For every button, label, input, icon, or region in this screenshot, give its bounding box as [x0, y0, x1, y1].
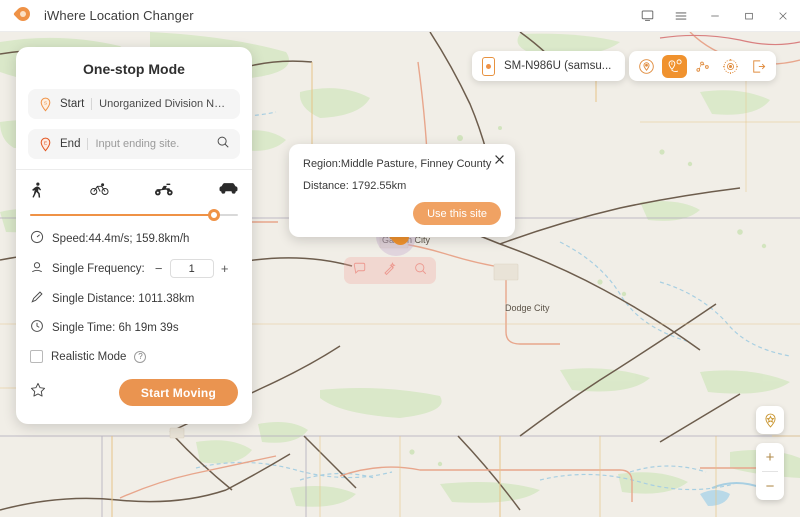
- frequency-plus-button[interactable]: +: [220, 261, 230, 276]
- close-icon[interactable]: [494, 154, 505, 167]
- frequency-label: Single Frequency:: [52, 262, 145, 275]
- field-divider: [87, 138, 89, 150]
- speedometer-icon: [30, 230, 45, 247]
- realistic-mode-row[interactable]: Realistic Mode ?: [16, 342, 252, 367]
- map-label-dodge-city: Dodge City: [505, 303, 550, 313]
- field-divider: [91, 98, 93, 110]
- speed-slider[interactable]: [16, 208, 252, 224]
- frequency-value-input[interactable]: 1: [169, 259, 214, 278]
- distance-icon: [30, 290, 45, 307]
- ai-overlay-bar[interactable]: [344, 257, 436, 284]
- speed-text: Speed:44.4m/s; 159.8km/h: [52, 232, 190, 245]
- app-window: iWhere Location Changer City Dodge City …: [0, 0, 800, 517]
- transport-mode-row: [16, 170, 252, 208]
- time-row: Single Time: 6h 19m 39s: [16, 313, 252, 342]
- speed-row: Speed:44.4m/s; 159.8km/h: [16, 224, 252, 253]
- start-pin-icon: S: [38, 97, 53, 112]
- app-title: iWhere Location Changer: [44, 8, 194, 23]
- use-this-site-button[interactable]: Use this site: [413, 202, 501, 225]
- start-field[interactable]: S Start Unorganized Division No. 22...: [28, 89, 240, 119]
- distance-row: Single Distance: 1011.38km: [16, 284, 252, 313]
- slider-fill: [30, 214, 214, 216]
- end-input[interactable]: Input ending site.: [95, 138, 212, 150]
- window-controls: [630, 0, 800, 32]
- slider-knob[interactable]: [208, 209, 220, 221]
- start-label: Start: [60, 98, 85, 110]
- minimize-icon[interactable]: [698, 0, 732, 32]
- realistic-mode-label: Realistic Mode: [51, 350, 127, 363]
- map-mode-toolbar: E: [629, 51, 776, 81]
- end-pin-icon: E: [38, 137, 53, 152]
- maximize-icon[interactable]: [732, 0, 766, 32]
- frequency-stepper[interactable]: − 1 +: [154, 259, 230, 278]
- zoom-out-button[interactable]: −: [756, 472, 784, 500]
- start-value: Unorganized Division No. 22...: [99, 98, 230, 110]
- star-icon[interactable]: [30, 382, 46, 403]
- menu-icon[interactable]: [664, 0, 698, 32]
- locate-pin-button[interactable]: [756, 406, 784, 434]
- panel-title: One-stop Mode: [83, 61, 185, 77]
- time-text: Single Time: 6h 19m 39s: [52, 321, 179, 334]
- frequency-row: Single Frequency: − 1 +: [16, 253, 252, 284]
- frequency-icon: [30, 260, 45, 277]
- location-info-popup: Region:Middle Pasture, Finney County Dis…: [289, 144, 515, 237]
- start-moving-button[interactable]: Start Moving: [118, 379, 238, 406]
- close-icon[interactable]: [766, 0, 800, 32]
- search-icon[interactable]: [216, 135, 230, 154]
- joystick-mode-icon[interactable]: [718, 55, 743, 78]
- phone-icon: [482, 56, 495, 76]
- ai-icon[interactable]: [352, 261, 367, 281]
- mode-walk-icon[interactable]: [30, 182, 45, 204]
- zoom-in-button[interactable]: +: [756, 443, 784, 471]
- device-name: SM-N986U (samsu...: [504, 60, 612, 72]
- realistic-mode-checkbox[interactable]: [30, 350, 43, 363]
- search-icon[interactable]: [413, 261, 428, 281]
- app-logo-icon: [13, 3, 33, 25]
- svg-text:E: E: [671, 61, 674, 65]
- mode-scooter-icon[interactable]: [154, 182, 174, 204]
- one-stop-mode-panel: One-stop Mode S Start Unorganized Divisi…: [16, 47, 252, 424]
- help-icon[interactable]: ?: [134, 350, 147, 363]
- popup-distance: Distance: 1792.55km: [303, 180, 407, 192]
- one-stop-mode-icon[interactable]: E: [662, 54, 687, 78]
- mode-car-icon[interactable]: [219, 182, 238, 204]
- panel-footer: Start Moving: [16, 367, 252, 416]
- distance-text: Single Distance: 1011.38km: [52, 292, 195, 305]
- frequency-minus-button[interactable]: −: [154, 261, 164, 276]
- title-bar: iWhere Location Changer: [0, 0, 800, 32]
- map-zoom-controls: + −: [756, 443, 784, 500]
- magic-wand-icon[interactable]: [382, 261, 397, 281]
- exit-icon[interactable]: [746, 55, 771, 78]
- multi-stop-mode-icon[interactable]: [690, 55, 715, 78]
- popup-region: Region:Middle Pasture, Finney County: [303, 158, 492, 170]
- device-chip[interactable]: SM-N986U (samsu...: [472, 51, 626, 81]
- clock-icon: [30, 319, 45, 336]
- mode-bicycle-icon[interactable]: [90, 182, 109, 204]
- end-field[interactable]: E End Input ending site.: [28, 129, 240, 159]
- teleport-mode-icon[interactable]: [634, 55, 659, 78]
- display-icon[interactable]: [630, 0, 664, 32]
- end-label: End: [60, 138, 81, 150]
